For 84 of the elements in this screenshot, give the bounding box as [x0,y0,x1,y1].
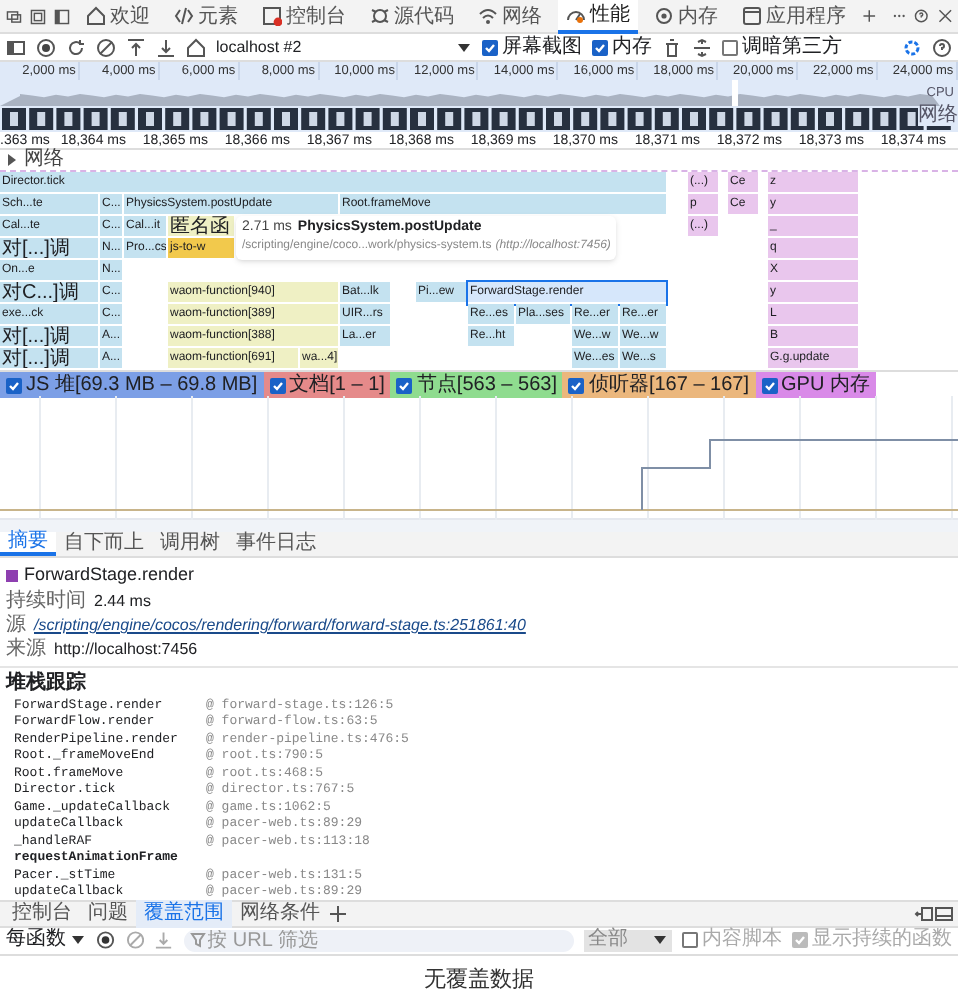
window-icon [741,6,762,26]
counter-toggle[interactable]: 节点[563 – 563] [390,372,563,398]
section-title: 堆栈跟踪 [6,671,88,695]
field-value: http://localhost:7456 [54,638,198,662]
checkbox-label: 屏幕截图 [502,37,582,57]
settings-icon[interactable] [902,37,922,57]
flame-bar[interactable]: 对[...]调 [0,348,98,370]
help-icon[interactable] [914,6,930,26]
panel-tab[interactable]: 欢迎 [77,0,158,33]
sidebar-icon[interactable] [6,37,26,57]
caret-icon [456,39,472,55]
code-icon [173,6,194,26]
counter-toggle[interactable]: JS 堆[69.3 MB – 69.8 MB] [0,372,264,398]
panel-tab[interactable]: 元素 [165,0,246,33]
record-icon[interactable] [96,930,116,950]
bug-icon [369,6,390,26]
flame-bar[interactable]: 对[...]调 [0,238,98,260]
detail-tab[interactable]: 调用树 [152,532,228,556]
checkbox-label: 显示持续的函数 [812,930,952,950]
drawer-tab[interactable]: 控制台 [4,899,80,927]
caret-icon [70,932,86,948]
wifi-icon [477,6,498,26]
drawer-tab[interactable]: 覆盖范围 [136,899,232,927]
flame-bar[interactable]: 匿名函 [168,216,234,238]
flame-bar[interactable]: 对[...]调 [0,326,98,348]
checkbox[interactable] [482,39,498,55]
panel-tab[interactable]: 源代码 [361,0,462,33]
home-icon[interactable] [186,37,206,57]
flame-bar[interactable]: 对C...]调 [0,282,98,304]
filter-icon [189,932,206,948]
checkbox[interactable] [269,377,286,393]
screencast-icon[interactable] [29,5,46,27]
drawer-tab[interactable]: 问题 [80,899,136,927]
network-label: 网络 [918,106,958,126]
checkbox[interactable] [761,377,778,393]
empty-message: 无覆盖数据 [424,965,534,995]
device-icon[interactable] [6,5,22,27]
close-icon[interactable] [937,6,953,26]
dock-icon[interactable] [53,5,70,27]
checkbox[interactable] [682,932,698,948]
trash-icon[interactable] [662,37,682,57]
target-select[interactable]: localhost #2 [216,35,472,59]
detail-tab[interactable]: 自下而上 [56,532,152,556]
console-icon [261,6,282,26]
checkbox[interactable] [396,377,413,393]
panel-tab[interactable]: 内存 [645,0,726,33]
field-value: 2.44 ms [94,590,151,614]
panel-tab[interactable]: 控制台 [253,0,354,33]
field-label: 持续时间 [6,592,86,612]
field-label: 源 [6,616,26,636]
help-icon[interactable] [932,37,952,57]
checkbox[interactable] [792,932,808,948]
detail-tab[interactable]: 事件日志 [228,532,324,556]
counter-toggle[interactable]: 文档[1 – 1] [263,372,391,398]
checkbox[interactable] [722,39,738,55]
record-icon[interactable] [36,37,56,57]
counter-toggle[interactable]: 侦听器[167 – 167] [562,372,756,398]
counter-toggle[interactable]: GPU 内存 [755,372,876,398]
clear-icon[interactable] [96,37,116,57]
mode-select[interactable]: 每函数 [6,930,86,950]
filter-field[interactable]: 按 URL 筛选 [183,929,574,951]
summary-title: ForwardStage.render [24,562,195,588]
dock-icon[interactable] [914,903,934,923]
add-icon[interactable] [861,6,877,26]
panel-tab[interactable]: 网络 [469,0,550,33]
source-link[interactable]: /scripting/engine/cocos/rendering/forward/forward-stage.ts:251861:40 [34,614,526,638]
home-icon [85,6,106,26]
reload-icon[interactable] [66,37,86,57]
download-icon[interactable] [156,37,176,57]
caret-icon [652,932,668,948]
add-icon[interactable] [328,903,348,923]
panel-tab[interactable]: 性能 [557,0,638,33]
upload-icon[interactable] [126,37,146,57]
field-label: 来源 [6,640,46,660]
panel-tab[interactable]: 应用程序 [733,0,854,33]
checkbox-label: 内容脚本 [702,930,782,950]
panel-icon[interactable] [934,903,954,923]
checkbox[interactable] [592,39,608,55]
checkbox[interactable] [568,377,585,393]
detail-tab[interactable]: 摘要 [0,532,56,556]
drawer-tab[interactable]: 网络条件 [232,899,328,927]
checkbox-label: 内存 [612,37,652,57]
checkbox-label: 调暗第三方 [742,37,842,57]
checkbox[interactable] [6,377,22,393]
